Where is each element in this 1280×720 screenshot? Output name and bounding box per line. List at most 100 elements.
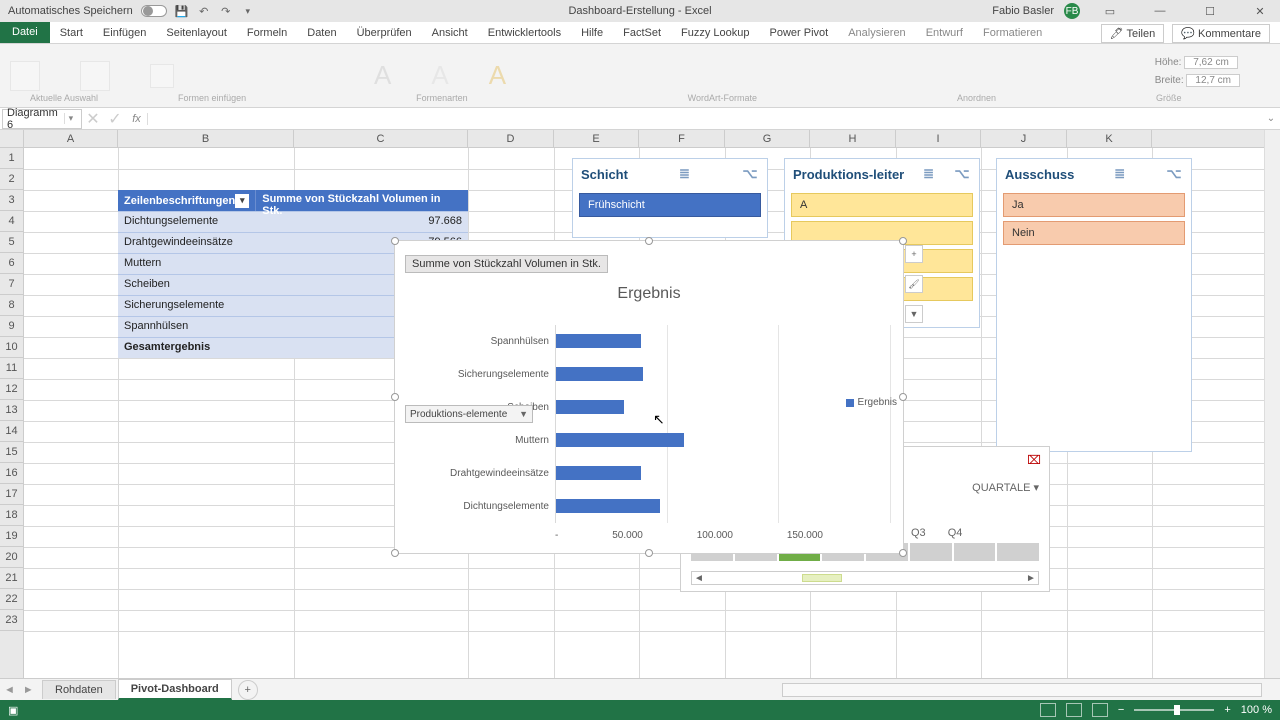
close-icon[interactable]: ✕	[1240, 0, 1280, 22]
user-name[interactable]: Fabio Basler	[992, 5, 1054, 17]
chart-bar[interactable]	[556, 400, 624, 414]
column-header[interactable]: K	[1067, 130, 1152, 147]
zoom-out-icon[interactable]: −	[1118, 704, 1124, 716]
ribbon-mode-icon[interactable]: ▭	[1090, 0, 1130, 22]
row-header[interactable]: 14	[0, 421, 23, 442]
pivot-row[interactable]: Dichtungselemente97.668	[118, 211, 468, 232]
chart-bar[interactable]	[556, 433, 684, 447]
file-tab[interactable]: Datei	[0, 21, 50, 43]
resize-handle[interactable]	[899, 549, 907, 557]
row-header[interactable]: 17	[0, 484, 23, 505]
sheet-nav-prev-icon[interactable]: ◄	[0, 684, 19, 696]
slicer-item[interactable]: Frühschicht	[579, 193, 761, 217]
select-all-corner[interactable]	[0, 130, 24, 147]
row-header[interactable]: 23	[0, 610, 23, 631]
record-macro-icon[interactable]: ▣	[8, 704, 18, 717]
row-header[interactable]: 10	[0, 337, 23, 358]
row-header[interactable]: 12	[0, 379, 23, 400]
worksheet-grid[interactable]: ABCDEFGHIJK 1234567891011121314151617181…	[0, 130, 1280, 678]
row-header[interactable]: 18	[0, 505, 23, 526]
page-layout-view-icon[interactable]	[1066, 703, 1082, 717]
row-header[interactable]: 3	[0, 190, 23, 211]
column-header[interactable]: E	[554, 130, 639, 147]
clear-timeline-icon[interactable]: ⌧	[1027, 453, 1041, 467]
slicer-item[interactable]: Ja	[1003, 193, 1185, 217]
pivot-filter-icon[interactable]: ▾	[235, 194, 249, 208]
row-header[interactable]: 6	[0, 253, 23, 274]
tab-seitenlayout[interactable]: Seitenlayout	[156, 23, 237, 43]
tab-hilfe[interactable]: Hilfe	[571, 23, 613, 43]
tab-ueberpruefen[interactable]: Überprüfen	[347, 23, 422, 43]
tab-factset[interactable]: FactSet	[613, 23, 671, 43]
resize-handle[interactable]	[391, 549, 399, 557]
name-box[interactable]: Diagramm 6▾	[2, 109, 82, 129]
tab-daten[interactable]: Daten	[297, 23, 346, 43]
add-sheet-icon[interactable]: +	[238, 680, 258, 700]
tab-start[interactable]: Start	[50, 23, 93, 43]
tab-entwurf[interactable]: Entwurf	[916, 23, 973, 43]
slicer-schicht[interactable]: Schicht ≣ ⌥ Frühschicht	[572, 158, 768, 238]
chart-brush-icon[interactable]: 🖌	[905, 275, 923, 293]
row-header[interactable]: 15	[0, 442, 23, 463]
timeline-level[interactable]: QUARTALE ▾	[972, 481, 1039, 494]
maximize-icon[interactable]: ☐	[1190, 0, 1230, 22]
chart-bar[interactable]	[556, 367, 643, 381]
row-header[interactable]: 20	[0, 547, 23, 568]
slicer-item[interactable]: Nein	[1003, 221, 1185, 245]
tab-entwicklertools[interactable]: Entwicklertools	[478, 23, 571, 43]
column-header[interactable]: F	[639, 130, 725, 147]
slicer-item[interactable]: A	[791, 193, 973, 217]
tab-formeln[interactable]: Formeln	[237, 23, 297, 43]
row-header[interactable]: 21	[0, 568, 23, 589]
chart-plot-area[interactable]	[555, 325, 893, 523]
vertical-scrollbar[interactable]	[1264, 130, 1280, 678]
sheet-tab-pivot-dashboard[interactable]: Pivot-Dashboard	[118, 679, 232, 700]
horizontal-scrollbar[interactable]	[782, 683, 1262, 697]
row-header[interactable]: 13	[0, 400, 23, 421]
user-avatar[interactable]: FB	[1064, 3, 1080, 19]
resize-handle[interactable]	[645, 237, 653, 245]
chart-plus-icon[interactable]: +	[905, 245, 923, 263]
zoom-slider[interactable]	[1134, 709, 1214, 711]
row-header[interactable]: 1	[0, 148, 23, 169]
share-button[interactable]: 🖊 Teilen	[1101, 24, 1165, 43]
row-header[interactable]: 16	[0, 463, 23, 484]
chevron-down-icon[interactable]: ▾	[64, 113, 77, 124]
row-header[interactable]: 19	[0, 526, 23, 547]
formula-input[interactable]	[148, 109, 1262, 129]
chart-filter-icon[interactable]: ▼	[905, 305, 923, 323]
zoom-level[interactable]: 100 %	[1241, 704, 1272, 716]
multiselect-icon[interactable]: ≣	[920, 165, 938, 183]
normal-view-icon[interactable]	[1040, 703, 1056, 717]
clear-filter-icon[interactable]: ⌥	[953, 165, 971, 183]
column-header[interactable]: D	[468, 130, 554, 147]
undo-icon[interactable]: ↶	[197, 4, 211, 18]
chart-axis-field-button[interactable]: Produktions-elemente▼	[405, 405, 533, 423]
chart-field-button[interactable]: Summe von Stückzahl Volumen in Stk.	[405, 255, 608, 273]
column-header[interactable]: I	[896, 130, 981, 147]
scroll-left-icon[interactable]: ◄	[692, 573, 706, 584]
multiselect-icon[interactable]: ≣	[675, 165, 693, 183]
resize-handle[interactable]	[899, 393, 907, 401]
qat-more-icon[interactable]: ▾	[241, 4, 255, 18]
tab-formatieren[interactable]: Formatieren	[973, 23, 1052, 43]
scroll-right-icon[interactable]: ►	[1024, 573, 1038, 584]
column-header[interactable]: J	[981, 130, 1067, 147]
comments-button[interactable]: 💬 Kommentare	[1172, 24, 1270, 43]
column-header[interactable]: A	[24, 130, 118, 147]
tab-einfuegen[interactable]: Einfügen	[93, 23, 156, 43]
row-header[interactable]: 4	[0, 211, 23, 232]
tab-powerpivot[interactable]: Power Pivot	[760, 23, 839, 43]
timeline-scrollbar[interactable]: ◄ ►	[691, 571, 1039, 585]
row-header[interactable]: 22	[0, 589, 23, 610]
resize-handle[interactable]	[391, 393, 399, 401]
sheet-tab-rohdaten[interactable]: Rohdaten	[42, 680, 116, 699]
zoom-in-icon[interactable]: +	[1224, 704, 1230, 716]
tab-ansicht[interactable]: Ansicht	[422, 23, 478, 43]
clear-filter-icon[interactable]: ⌥	[741, 165, 759, 183]
tab-analysieren[interactable]: Analysieren	[838, 23, 915, 43]
pivot-chart[interactable]: + 🖌 ▼ Summe von Stückzahl Volumen in Stk…	[394, 240, 904, 554]
column-header[interactable]: C	[294, 130, 468, 147]
chart-legend[interactable]: Ergebnis	[846, 397, 897, 408]
row-header[interactable]: 11	[0, 358, 23, 379]
